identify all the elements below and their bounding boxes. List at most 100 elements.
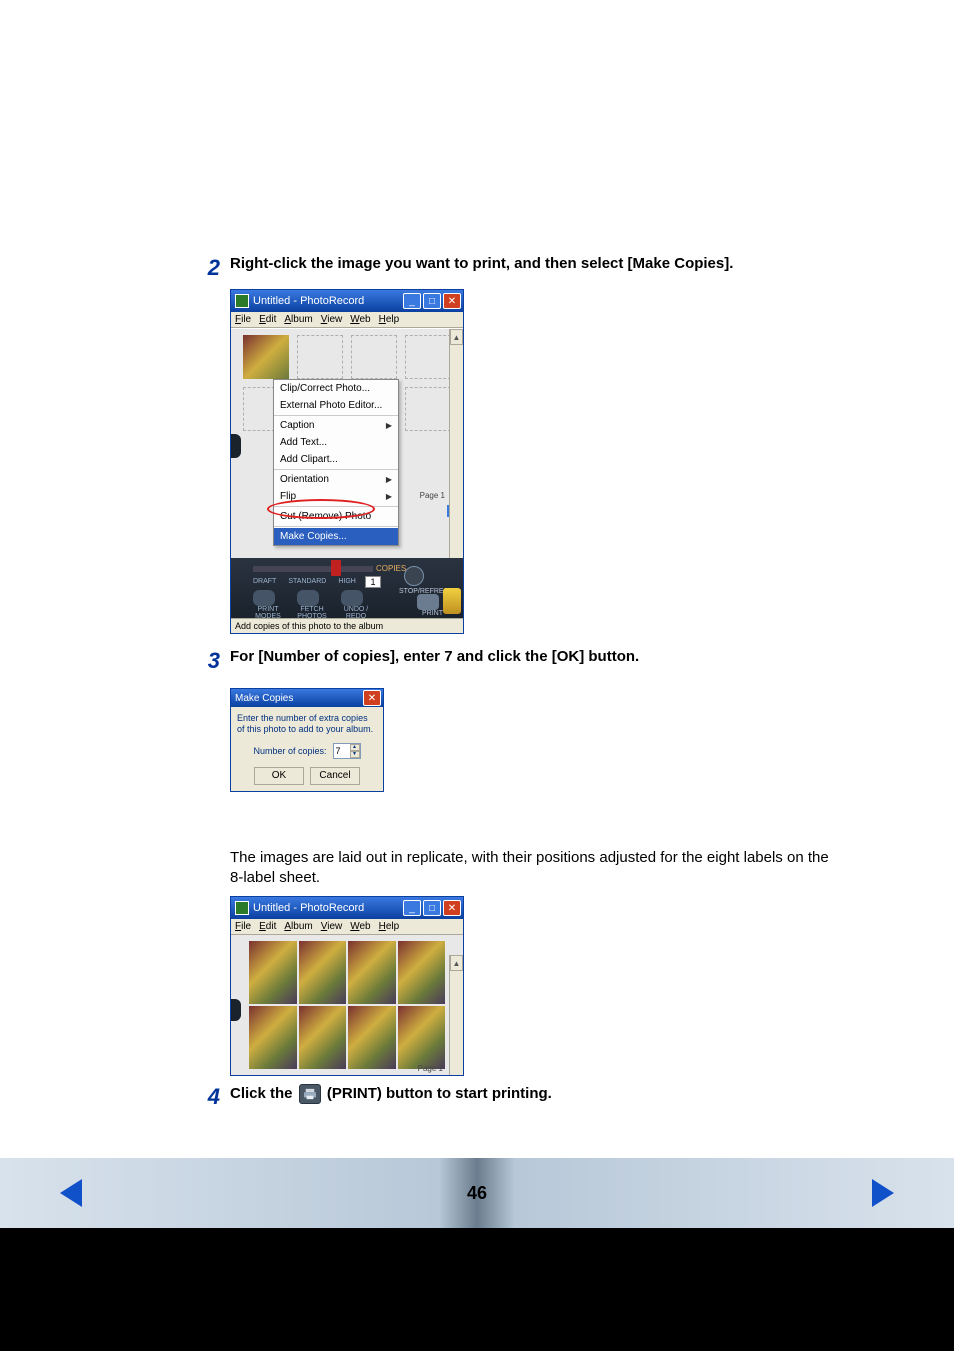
copies-label: COPIES bbox=[376, 564, 406, 573]
ok-button[interactable]: OK bbox=[254, 767, 304, 785]
submenu-arrow-icon: ▶ bbox=[386, 492, 392, 501]
cancel-button[interactable]: Cancel bbox=[310, 767, 360, 785]
dialog-titlebar: Make Copies ✕ bbox=[231, 689, 383, 707]
control-bar: DRAFT STANDARD HIGH COPIES 1 STOP/REFRES… bbox=[231, 558, 463, 618]
photo-copy[interactable] bbox=[398, 1006, 446, 1069]
menu-view[interactable]: View bbox=[321, 314, 343, 325]
dialog-message: Enter the number of extra copies of this… bbox=[237, 713, 377, 735]
print-button-label: PRINT bbox=[422, 610, 443, 617]
print-icon bbox=[299, 1084, 321, 1104]
photo-copy[interactable] bbox=[348, 1006, 396, 1069]
ctx-orientation[interactable]: Orientation▶ bbox=[274, 471, 398, 488]
ctx-external-editor[interactable]: External Photo Editor... bbox=[274, 397, 398, 414]
step-number-3: 3 bbox=[196, 648, 230, 674]
app-icon bbox=[235, 294, 249, 308]
quality-standard-label: STANDARD bbox=[288, 578, 326, 585]
placeholder-slot bbox=[405, 335, 451, 379]
ctx-make-copies[interactable]: Make Copies... bbox=[274, 528, 398, 545]
copies-input[interactable] bbox=[334, 744, 350, 758]
photo-copy[interactable] bbox=[299, 1006, 347, 1069]
menu-edit[interactable]: Edit bbox=[259, 921, 276, 932]
scrollbar[interactable] bbox=[449, 329, 463, 558]
album-canvas: Clip/Correct Photo... External Photo Edi… bbox=[231, 328, 463, 558]
submenu-arrow-icon: ▶ bbox=[386, 475, 392, 484]
scrollbar[interactable] bbox=[449, 955, 463, 1075]
maximize-button[interactable]: □ bbox=[423, 900, 441, 916]
menu-edit[interactable]: Edit bbox=[259, 314, 276, 325]
titlebar: Untitled - PhotoRecord _ □ ✕ bbox=[231, 897, 463, 919]
spinner-down-icon[interactable]: ▼ bbox=[350, 751, 360, 758]
ctx-caption[interactable]: Caption▶ bbox=[274, 417, 398, 434]
window-title: Untitled - PhotoRecord bbox=[253, 902, 364, 914]
menu-help[interactable]: Help bbox=[379, 314, 400, 325]
left-tab-icon[interactable] bbox=[231, 999, 241, 1021]
step-3-text: For [Number of copies], enter 7 and clic… bbox=[230, 648, 844, 674]
dialog-close-button[interactable]: ✕ bbox=[363, 690, 381, 706]
context-menu: Clip/Correct Photo... External Photo Edi… bbox=[273, 379, 399, 546]
photo-copy[interactable] bbox=[249, 1006, 297, 1069]
menubar: File Edit Album View Web Help bbox=[231, 312, 463, 328]
page-indicator: Page 1 bbox=[418, 1064, 443, 1073]
photo-copy[interactable] bbox=[398, 941, 446, 1004]
close-button[interactable]: ✕ bbox=[443, 293, 461, 309]
photo-copy[interactable] bbox=[348, 941, 396, 1004]
copies-field-label: Number of copies: bbox=[253, 746, 326, 756]
minimize-button[interactable]: _ bbox=[403, 293, 421, 309]
quality-slider-track bbox=[253, 566, 373, 572]
print-modes-button[interactable] bbox=[253, 590, 275, 606]
minimize-button[interactable]: _ bbox=[403, 900, 421, 916]
page-number: 46 bbox=[467, 1183, 487, 1204]
dialog-title: Make Copies bbox=[235, 693, 293, 704]
step-2-text: Right-click the image you want to print,… bbox=[230, 255, 844, 281]
make-copies-dialog: Make Copies ✕ Enter the number of extra … bbox=[230, 688, 384, 792]
callout-oval-icon bbox=[267, 499, 375, 519]
fetch-photos-button[interactable] bbox=[297, 590, 319, 606]
left-tab-icon[interactable] bbox=[231, 434, 241, 458]
page-indicator: Page 1 bbox=[420, 491, 445, 500]
step-4-text: Click the (PRINT) button to start printi… bbox=[230, 1084, 844, 1110]
menu-help[interactable]: Help bbox=[379, 921, 400, 932]
window-title: Untitled - PhotoRecord bbox=[253, 295, 364, 307]
ctx-clip-correct[interactable]: Clip/Correct Photo... bbox=[274, 380, 398, 397]
next-page-arrow-icon[interactable] bbox=[872, 1179, 894, 1207]
prev-page-arrow-icon[interactable] bbox=[60, 1179, 82, 1207]
placeholder-slot bbox=[297, 335, 343, 379]
menubar: File Edit Album View Web Help bbox=[231, 919, 463, 935]
step-3-caption: The images are laid out in replicate, wi… bbox=[230, 848, 844, 889]
photorecord-window-2: Untitled - PhotoRecord _ □ ✕ File Edit A… bbox=[230, 896, 464, 1076]
titlebar: Untitled - PhotoRecord _ □ ✕ bbox=[231, 290, 463, 312]
placeholder-slot bbox=[405, 387, 451, 431]
ctx-add-clipart[interactable]: Add Clipart... bbox=[274, 451, 398, 468]
photo-copy[interactable] bbox=[299, 941, 347, 1004]
print-button[interactable] bbox=[417, 594, 439, 610]
copies-value[interactable]: 1 bbox=[365, 576, 381, 588]
spinner-up-icon[interactable]: ▲ bbox=[350, 744, 360, 751]
menu-view[interactable]: View bbox=[321, 921, 343, 932]
menu-web[interactable]: Web bbox=[350, 314, 370, 325]
maximize-button[interactable]: □ bbox=[423, 293, 441, 309]
callout-oval-icon bbox=[230, 798, 268, 820]
photo-copy[interactable] bbox=[249, 941, 297, 1004]
label-layout-grid bbox=[231, 935, 463, 1075]
trash-icon[interactable] bbox=[443, 588, 461, 614]
callout-oval-icon bbox=[230, 820, 292, 842]
ctx-add-text[interactable]: Add Text... bbox=[274, 434, 398, 451]
undo-redo-button[interactable] bbox=[341, 590, 363, 606]
close-button[interactable]: ✕ bbox=[443, 900, 461, 916]
status-bar: Add copies of this photo to the album bbox=[231, 618, 463, 633]
fetch-photos-label: FETCH PHOTOS bbox=[297, 606, 327, 620]
submenu-arrow-icon: ▶ bbox=[386, 421, 392, 430]
menu-album[interactable]: Album bbox=[284, 314, 312, 325]
step-number-2: 2 bbox=[196, 255, 230, 281]
photorecord-window-1: Untitled - PhotoRecord _ □ ✕ File Edit A… bbox=[230, 289, 464, 634]
menu-web[interactable]: Web bbox=[350, 921, 370, 932]
stop-refresh-button[interactable] bbox=[404, 566, 424, 586]
menu-file[interactable]: File bbox=[235, 921, 251, 932]
photo-thumbnail[interactable] bbox=[243, 335, 289, 379]
menu-file[interactable]: File bbox=[235, 314, 251, 325]
page-nav-footer: 46 bbox=[0, 1158, 954, 1228]
menu-album[interactable]: Album bbox=[284, 921, 312, 932]
copies-spinner[interactable]: ▲ ▼ bbox=[333, 743, 361, 759]
app-icon bbox=[235, 901, 249, 915]
quality-slider-knob[interactable] bbox=[331, 560, 341, 576]
